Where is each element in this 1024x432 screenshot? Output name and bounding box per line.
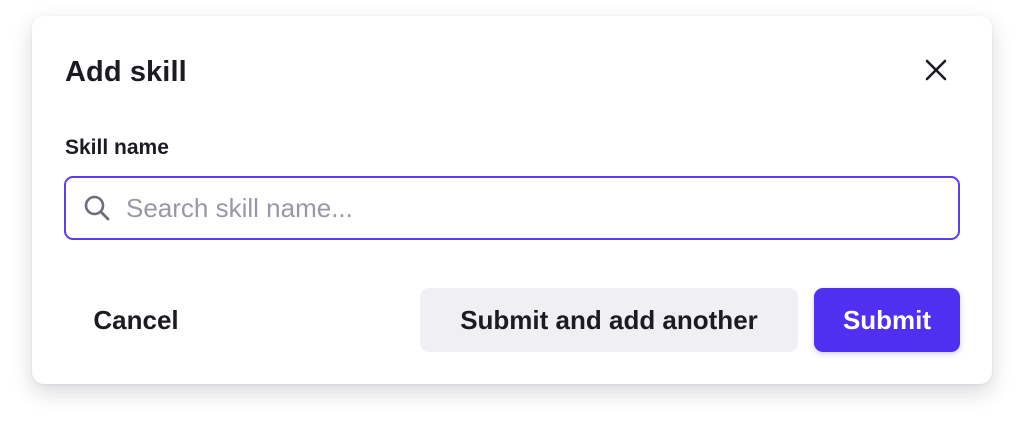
- dialog-title: Add skill: [65, 56, 187, 88]
- add-skill-dialog: Add skill Skill name Cancel Submit and a…: [32, 16, 992, 384]
- skill-name-label: Skill name: [65, 136, 169, 159]
- submit-and-add-another-button[interactable]: Submit and add another: [420, 288, 798, 352]
- cancel-button[interactable]: Cancel: [64, 288, 208, 352]
- close-button[interactable]: [916, 52, 956, 92]
- search-icon: [82, 193, 112, 223]
- skill-search-field[interactable]: [64, 176, 960, 240]
- submit-button[interactable]: Submit: [814, 288, 960, 352]
- page-backdrop: Add skill Skill name Cancel Submit and a…: [0, 0, 1024, 432]
- skill-search-input[interactable]: [126, 188, 958, 228]
- close-icon: [924, 58, 948, 87]
